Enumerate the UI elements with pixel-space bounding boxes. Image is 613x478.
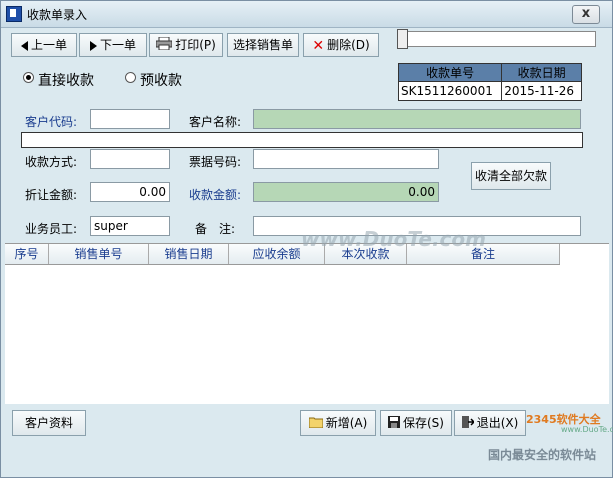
watermark-center: www.DuoTe.com bbox=[301, 227, 486, 251]
received-amount-label: 收款金额: bbox=[189, 188, 242, 202]
pay-method-input[interactable] bbox=[90, 149, 170, 169]
doc-info-table: 收款单号 收款日期 SK1511260001 2015-11-26 bbox=[397, 63, 582, 101]
new-button[interactable]: 新增(A) bbox=[300, 410, 376, 436]
prev-button[interactable]: 上一单 bbox=[11, 33, 77, 57]
bill-no-label: 票据号码: bbox=[189, 155, 242, 169]
discount-label: 折让金额: bbox=[25, 188, 78, 202]
radio-direct-payment[interactable]: 直接收款 bbox=[23, 70, 94, 90]
customer-name-field bbox=[253, 109, 581, 129]
customer-code-input[interactable] bbox=[90, 109, 170, 129]
main-window: 收款单录入 x 上一单 下一单 打印(P) 选择销售单 ✕ 删除(D) 直接收款 … bbox=[0, 0, 613, 478]
pay-method-label: 收款方式: bbox=[25, 155, 78, 169]
discount-input[interactable]: 0.00 bbox=[90, 182, 170, 202]
title-bar: 收款单录入 x bbox=[1, 1, 612, 28]
detail-grid[interactable]: 序号 销售单号 销售日期 应收余额 本次收款 备注 bbox=[5, 243, 609, 404]
exit-door-icon bbox=[461, 412, 475, 436]
bill-no-input[interactable] bbox=[253, 149, 439, 169]
col-header-seq[interactable]: 序号 bbox=[5, 244, 49, 264]
save-button[interactable]: 保存(S) bbox=[380, 410, 452, 436]
radio-prepayment[interactable]: 预收款 bbox=[125, 70, 182, 90]
floppy-disk-icon bbox=[388, 412, 400, 436]
slider-handle[interactable] bbox=[397, 29, 408, 49]
received-amount-field: 0.00 bbox=[253, 182, 439, 202]
close-button[interactable]: x bbox=[572, 5, 600, 24]
clear-all-debt-button[interactable]: 收清全部欠款 bbox=[471, 162, 551, 190]
delete-button[interactable]: ✕ 删除(D) bbox=[303, 33, 379, 57]
watermark-site: www.DuoTe.com bbox=[561, 425, 613, 434]
arrow-right-icon bbox=[89, 40, 97, 51]
remark-label: 备 注: bbox=[195, 222, 236, 236]
exit-button[interactable]: 退出(X) bbox=[454, 410, 526, 436]
printer-icon bbox=[155, 35, 173, 57]
doc-date-header: 收款日期 bbox=[501, 63, 582, 82]
customer-dropdown-bar bbox=[21, 132, 583, 148]
customer-name-label: 客户名称: bbox=[189, 115, 242, 129]
salesman-label: 业务员工: bbox=[25, 222, 78, 236]
col-header-sales-no[interactable]: 销售单号 bbox=[49, 244, 149, 264]
salesman-input[interactable]: super bbox=[90, 216, 170, 236]
select-sales-button[interactable]: 选择销售单 bbox=[227, 33, 299, 57]
next-button[interactable]: 下一单 bbox=[79, 33, 147, 57]
app-icon bbox=[6, 6, 22, 22]
print-button[interactable]: 打印(P) bbox=[149, 33, 223, 57]
doc-no-header: 收款单号 bbox=[397, 63, 503, 82]
customer-code-label: 客户代码: bbox=[25, 115, 78, 129]
doc-date-value: 2015-11-26 bbox=[501, 81, 582, 101]
customer-info-button[interactable]: 客户资料 bbox=[12, 410, 86, 436]
col-header-sales-date[interactable]: 销售日期 bbox=[149, 244, 229, 264]
delete-icon: ✕ bbox=[312, 37, 325, 54]
watermark-slogan: 国内最安全的软件站 bbox=[488, 448, 597, 462]
radio-selected-icon bbox=[23, 72, 34, 83]
window-title: 收款单录入 bbox=[27, 8, 88, 22]
radio-unselected-icon bbox=[125, 72, 136, 83]
doc-no-value: SK1511260001 bbox=[397, 81, 503, 101]
folder-icon bbox=[308, 412, 324, 436]
slider-track[interactable] bbox=[404, 31, 596, 47]
arrow-left-icon bbox=[20, 40, 28, 51]
